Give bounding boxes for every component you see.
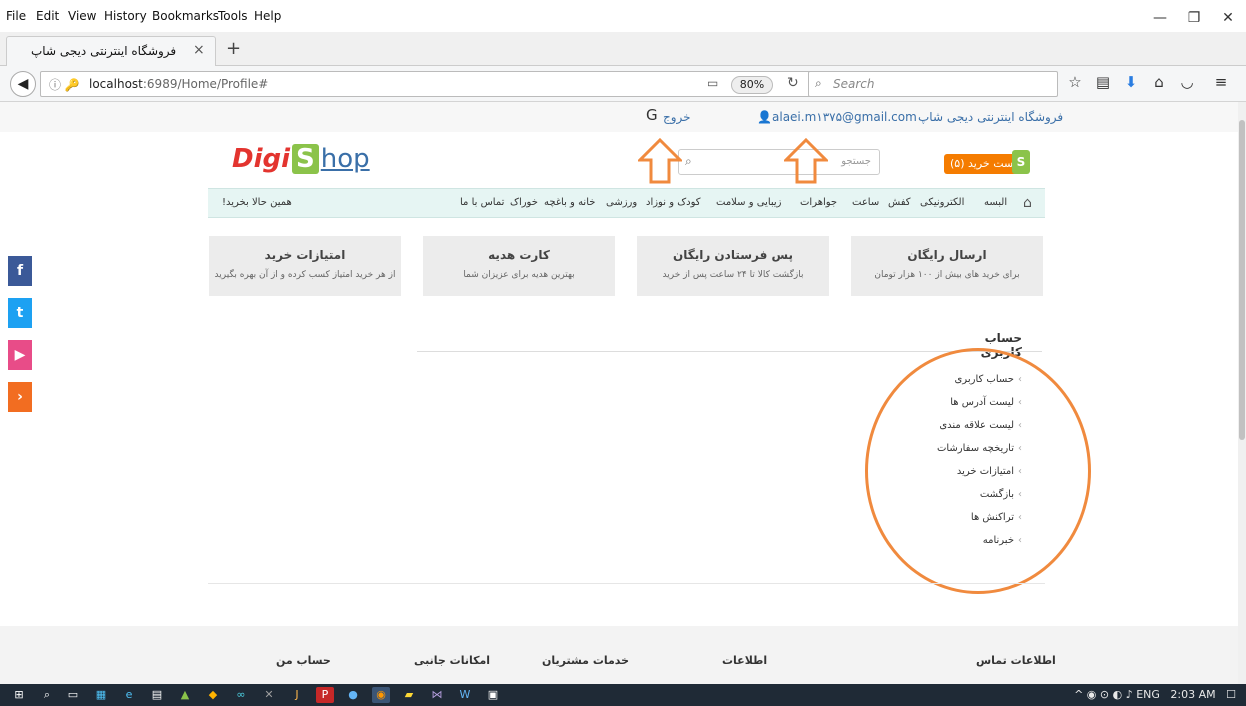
store-title-link[interactable]: فروشگاه اینترنتی دیجی شاپ: [918, 110, 1063, 124]
menu-view[interactable]: View: [68, 9, 96, 23]
reader-view-icon[interactable]: ▭: [707, 76, 718, 90]
feature-purchase-points: امتیازات خرید از هر خرید امتیاز کسب کرده …: [209, 236, 401, 296]
top-links-bar: G خروج 👤 alaei.m۱۳۷۵@gmail.com فروشگاه ا…: [0, 102, 1246, 132]
logout-link[interactable]: خروج: [663, 110, 691, 124]
category-home-garden[interactable]: خانه و باغچه: [544, 197, 595, 208]
user-email-link[interactable]: alaei.m۱۳۷۵@gmail.com: [772, 110, 917, 124]
tab-strip: فروشگاه اینترنتی دیجی شاپ × +: [0, 32, 1246, 66]
app-icon[interactable]: ◆: [204, 687, 222, 703]
tab-title: فروشگاه اینترنتی دیجی شاپ: [31, 44, 177, 58]
twitter-icon[interactable]: t: [8, 298, 32, 328]
navigation-bar: ◀ ⓘ 🔑 localhost:6989/Home/Profile# ▭ 80%…: [0, 66, 1246, 102]
site-info-icon[interactable]: ⓘ 🔑: [49, 76, 80, 93]
category-shoes[interactable]: کفش: [888, 197, 911, 208]
category-jewelry[interactable]: جواهرات: [800, 197, 837, 208]
app-icon[interactable]: J: [288, 687, 306, 703]
menu-history[interactable]: History: [104, 9, 147, 23]
bookmark-star-icon[interactable]: ☆: [1064, 73, 1086, 91]
feature-free-return: پس فرستادن رایگان بازگشت کالا تا ۲۴ ساعت …: [637, 236, 829, 296]
category-contact[interactable]: تماس با ما: [460, 197, 504, 208]
restore-icon[interactable]: ❐: [1176, 6, 1212, 30]
menu-help[interactable]: Help: [254, 9, 281, 23]
word-icon[interactable]: W: [456, 687, 474, 703]
android-icon[interactable]: ▲: [176, 687, 194, 703]
menu-tools[interactable]: Tools: [218, 9, 248, 23]
shopping-bag-icon[interactable]: S: [1012, 150, 1030, 174]
app-icon[interactable]: ✕: [260, 687, 278, 703]
edge-icon[interactable]: e: [120, 687, 138, 703]
youtube-icon[interactable]: ▶: [8, 340, 32, 370]
firefox-icon[interactable]: ◉: [372, 687, 390, 703]
task-view-icon[interactable]: ▭: [64, 687, 82, 703]
menu-bookmarks[interactable]: Bookmarks: [152, 9, 219, 23]
menu-edit[interactable]: Edit: [36, 9, 59, 23]
annotation-arrow-up-icon: [638, 138, 682, 184]
more-social-icon[interactable]: ›: [8, 382, 32, 412]
visual-studio-icon[interactable]: ⋈: [428, 687, 446, 703]
browser-search-input[interactable]: ⌕ Search: [808, 71, 1058, 97]
category-nav-bar: همین حالا بخرید! تماس با ما خوراک خانه و…: [208, 188, 1045, 218]
site-search-input[interactable]: ⌕ جستجو: [678, 149, 880, 175]
footer-contact-heading: اطلاعات تماس: [976, 654, 1056, 667]
web-page: G خروج 👤 alaei.m۱۳۷۵@gmail.com فروشگاه ا…: [0, 102, 1246, 684]
facebook-icon[interactable]: f: [8, 256, 32, 286]
menu-bar: File Edit View History Bookmarks Tools H…: [0, 0, 1246, 32]
app-icon[interactable]: ●: [344, 687, 362, 703]
url-text: localhost:6989/Home/Profile#: [89, 77, 269, 91]
category-sports[interactable]: ورزشی: [606, 197, 637, 208]
divider: [208, 583, 1045, 584]
feature-free-shipping: ارسال رایگان برای خرید های بیش از ۱۰۰ هزا…: [851, 236, 1043, 296]
category-beauty[interactable]: زیبایی و سلامت: [716, 197, 782, 208]
footer-myaccount-heading: حساب من: [276, 654, 331, 667]
windows-taskbar: ⊞ ⌕ ▭ ▦ e ▤ ▲ ◆ ∞ ✕ J P ● ◉ ▰ ⋈ W ▣ ^ ◉ …: [0, 684, 1246, 706]
taskbar-search-icon[interactable]: ⌕: [38, 687, 56, 703]
google-icon: G: [646, 106, 658, 124]
user-icon: 👤: [757, 110, 772, 124]
app-icon[interactable]: P: [316, 687, 334, 703]
windows-start-icon[interactable]: ⊞: [10, 687, 28, 703]
footer: اطلاعات تماس اطلاعات خدمات مشتریان امکان…: [0, 626, 1246, 684]
home-icon[interactable]: ⌂: [1023, 195, 1032, 211]
hamburger-menu-icon[interactable]: ≡: [1210, 73, 1232, 91]
feature-gift-card: کارت هدیه بهترین هدیه برای عزیزان شما: [423, 236, 615, 296]
footer-extras-heading: امکانات جانبی: [414, 654, 491, 667]
category-clothing[interactable]: البسه: [984, 197, 1007, 208]
buy-now-text[interactable]: همین حالا بخرید!: [222, 197, 292, 208]
scrollbar-thumb[interactable]: [1239, 120, 1245, 440]
site-search-placeholder: جستجو: [841, 156, 871, 167]
url-bar[interactable]: ⓘ 🔑 localhost:6989/Home/Profile# ▭ 80% ↻: [40, 71, 860, 97]
close-window-icon[interactable]: ✕: [1210, 6, 1246, 30]
menu-file[interactable]: File: [6, 9, 26, 23]
app-icon[interactable]: ▰: [400, 687, 418, 703]
search-icon: ⌕: [815, 76, 822, 90]
photos-icon[interactable]: ▣: [484, 687, 502, 703]
site-logo[interactable]: Digi Shop: [232, 144, 370, 184]
footer-info-heading: اطلاعات: [722, 654, 768, 667]
reload-icon[interactable]: ↻: [787, 75, 799, 91]
home-icon[interactable]: ⌂: [1148, 73, 1170, 91]
site-search-icon[interactable]: ⌕: [685, 154, 692, 169]
minimize-icon[interactable]: —: [1142, 6, 1178, 30]
calculator-icon[interactable]: ▤: [148, 687, 166, 703]
category-electronics[interactable]: الکترونیکی: [920, 197, 964, 208]
footer-customer-heading: خدمات مشتریان: [542, 654, 630, 667]
system-tray[interactable]: ^ ◉ ⊙ ◐ ♪ ENG 2:03 AM ☐: [1074, 688, 1236, 701]
app-icon[interactable]: ∞: [232, 687, 250, 703]
annotation-circle: [865, 348, 1091, 594]
file-explorer-icon[interactable]: ▦: [92, 687, 110, 703]
category-watch[interactable]: ساعت: [852, 197, 879, 208]
search-placeholder: Search: [833, 77, 875, 91]
category-food[interactable]: خوراک: [510, 197, 538, 208]
downloads-icon[interactable]: ⬇: [1120, 73, 1142, 91]
pocket-icon[interactable]: ◡: [1176, 73, 1198, 91]
back-icon[interactable]: ◀: [10, 71, 36, 97]
browser-tab[interactable]: فروشگاه اینترنتی دیجی شاپ ×: [6, 36, 216, 66]
category-kids[interactable]: کودک و نوزاد: [646, 197, 701, 208]
annotation-arrow-up-icon: [784, 138, 828, 184]
bookmarks-library-icon[interactable]: ▤: [1092, 73, 1114, 91]
new-tab-icon[interactable]: +: [226, 38, 241, 59]
zoom-level[interactable]: 80%: [731, 76, 773, 94]
tab-close-icon[interactable]: ×: [193, 42, 205, 58]
